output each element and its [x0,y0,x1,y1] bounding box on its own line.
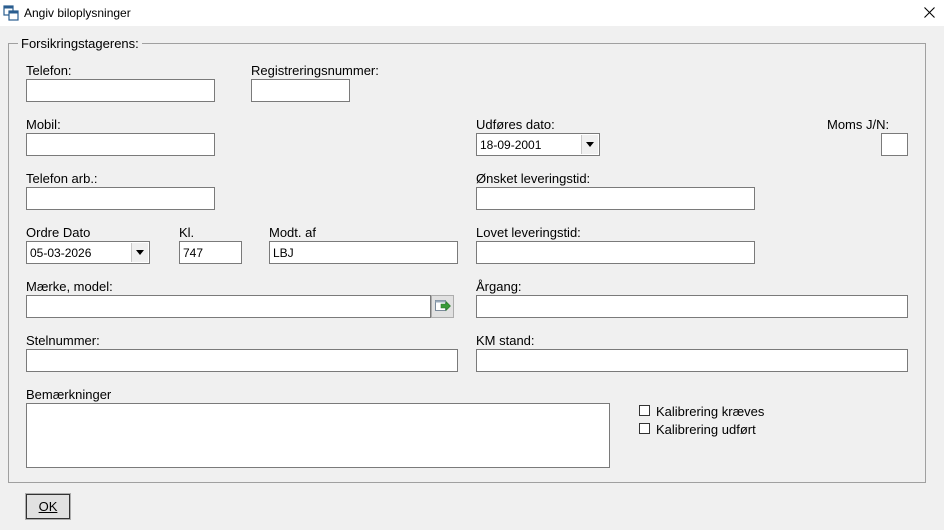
group-legend: Forsikringstagerens: [18,36,142,51]
registreringsnummer-input[interactable] [251,79,350,102]
lovet-leveringstid-input[interactable] [476,241,755,264]
km-stand-input[interactable] [476,349,908,372]
argang-input[interactable] [476,295,908,318]
ordre-dato-value: 05-03-2026 [30,246,92,260]
close-button[interactable] [914,0,944,26]
kl-label: Kl. [179,225,195,240]
telefon-arb-input[interactable] [26,187,215,210]
mobil-input[interactable] [26,133,215,156]
kalibrering-udfort-label: Kalibrering udført [656,422,756,437]
argang-label: Årgang: [476,279,522,294]
udfores-dato-label: Udføres dato: [476,117,555,132]
telefon-input[interactable] [26,79,215,102]
kl-input[interactable] [179,241,242,264]
ordre-dato-dropdown[interactable]: 05-03-2026 [26,241,150,264]
modt-af-label: Modt. af [269,225,316,240]
registreringsnummer-label: Registreringsnummer: [251,63,379,78]
close-icon [923,6,935,21]
bemaerkninger-textarea[interactable] [26,403,610,468]
udfores-dato-dropdown[interactable]: 18-09-2001 [476,133,600,156]
moms-label: Moms J/N: [827,117,890,132]
telefon-arb-label: Telefon arb.: [26,171,98,186]
onsket-leveringstid-input[interactable] [476,187,755,210]
maerke-model-input[interactable] [26,295,431,318]
chevron-down-icon[interactable] [131,243,148,262]
bemaerkninger-label: Bemærkninger [26,387,112,402]
onsket-leveringstid-label: Ønsket leveringstid: [476,171,591,186]
window-title: Angiv biloplysninger [24,6,131,20]
mobil-label: Mobil: [26,117,61,132]
green-arrow-icon [434,299,451,315]
lovet-leveringstid-label: Lovet leveringstid: [476,225,581,240]
udfores-dato-value: 18-09-2001 [480,138,542,152]
modt-af-input[interactable] [269,241,458,264]
ok-button[interactable]: OK [25,493,71,520]
kalibrering-udfort-checkbox[interactable] [639,423,650,434]
moms-input[interactable] [881,133,908,156]
chevron-down-icon[interactable] [581,135,598,154]
stelnummer-input[interactable] [26,349,458,372]
maerke-model-lookup-button[interactable] [431,295,454,318]
stelnummer-label: Stelnummer: [26,333,100,348]
ordre-dato-label: Ordre Dato [26,225,91,240]
telefon-label: Telefon: [26,63,72,78]
maerke-model-label: Mærke, model: [26,279,113,294]
kalibrering-kraeves-label: Kalibrering kræves [656,404,765,419]
window-restore-icon [3,5,19,21]
kalibrering-kraeves-checkbox[interactable] [639,405,650,416]
title-bar: Angiv biloplysninger [0,0,944,26]
km-stand-label: KM stand: [476,333,535,348]
